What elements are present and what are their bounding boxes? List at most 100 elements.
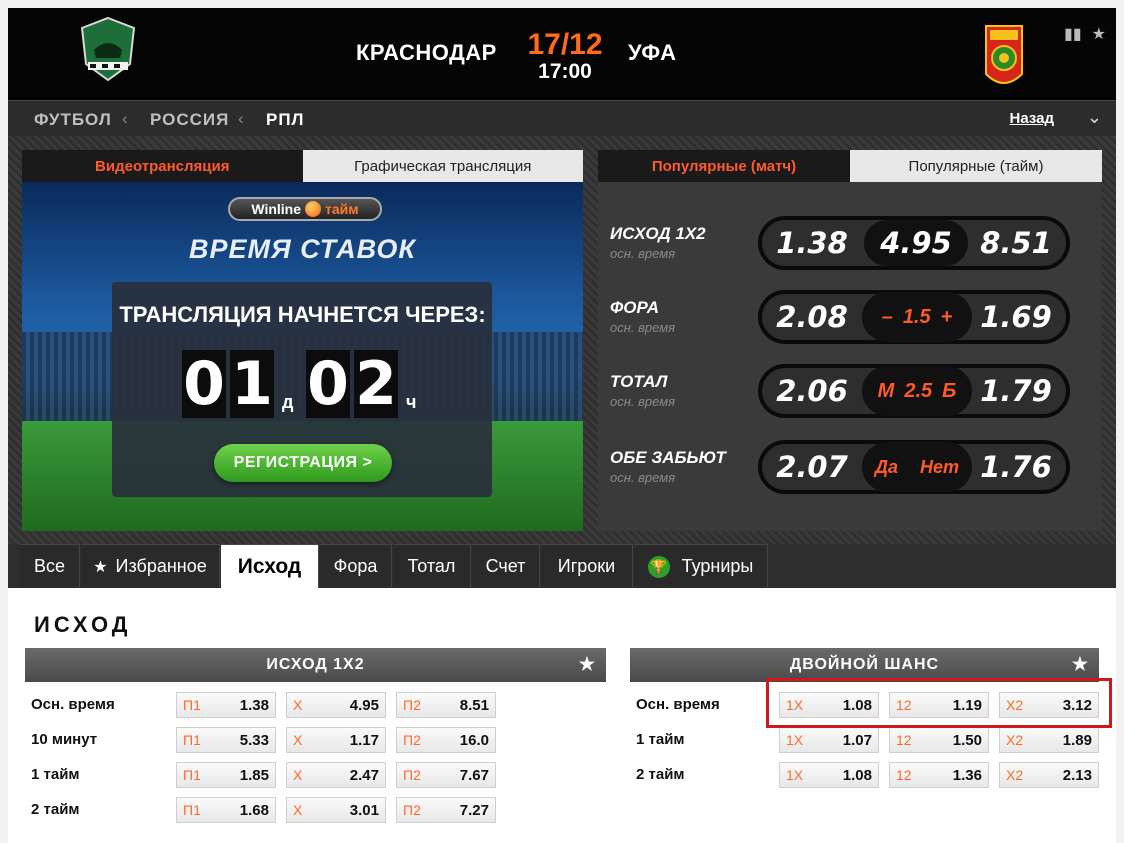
tab-outcome[interactable]: Исход (221, 544, 319, 588)
odds-value-away[interactable]: 8.51 (966, 220, 1066, 266)
row-label: Осн. время (636, 696, 720, 713)
register-button[interactable]: РЕГИСТРАЦИЯ > (214, 444, 392, 482)
favorite-star-icon[interactable]: ★ (1092, 24, 1106, 44)
odds-button-kx2[interactable]: Х2 2.13 (999, 762, 1099, 788)
countdown-digit: 0 (182, 349, 226, 419)
tab-tournaments[interactable]: 🏆 Турниры (634, 544, 768, 588)
star-icon: ★ (93, 558, 108, 576)
tab-players[interactable]: Игроки (541, 544, 633, 588)
odds-value-left[interactable]: 2.06 (762, 368, 862, 414)
odds-value-left[interactable]: 2.08 (762, 294, 862, 340)
row-label: 2 тайм (636, 766, 685, 783)
odds-value: 1.08 (842, 767, 872, 784)
chevron-down-icon[interactable]: ⌄ (1087, 107, 1102, 128)
odds-button-k1x[interactable]: 1Х 1.08 (779, 762, 879, 788)
ball-icon (305, 201, 322, 217)
odds-key: 1Х (786, 732, 804, 748)
tab-favorites[interactable]: ★ Избранное (81, 544, 220, 588)
odds-value: 2.47 (349, 767, 379, 784)
odds-value: 3.01 (349, 802, 379, 819)
odds-button-p1[interactable]: П1 1.38 (176, 692, 276, 718)
stats-icon[interactable]: ▮▮ (1064, 24, 1082, 44)
tab-total[interactable]: Тотал (393, 544, 471, 588)
popular-market-sub: осн. время (610, 394, 676, 409)
tab-label: Счет (485, 556, 526, 576)
brand-badge: Winline тайм (228, 197, 382, 221)
brand-suffix: тайм (325, 201, 359, 217)
odds-button-x[interactable]: Х 1.17 (286, 727, 386, 753)
both-score-yes[interactable]: Да (875, 457, 898, 478)
total-selector[interactable]: М 2.5 Б (862, 366, 972, 416)
odds-key: Х (293, 732, 303, 748)
tab-score[interactable]: Счет (472, 544, 540, 588)
both-score-no[interactable]: Нет (920, 457, 959, 478)
odds-value-right[interactable]: 1.69 (966, 294, 1066, 340)
ufa-logo-icon (985, 25, 1023, 84)
star-icon[interactable]: ★ (579, 654, 596, 675)
back-link[interactable]: Назад (1010, 110, 1054, 127)
odds-button-p2[interactable]: П2 7.27 (396, 797, 496, 823)
tab-popular-half[interactable]: Популярные (тайм) (850, 150, 1102, 182)
popular-market-label: ИСХОД 1Х2 (610, 224, 706, 243)
odds-value: 1.85 (239, 767, 269, 784)
odds-button-p1[interactable]: П1 1.85 (176, 762, 276, 788)
odds-button-k1x[interactable]: 1Х 1.07 (779, 727, 879, 753)
market-title: ДВОЙНОЙ ШАНС (789, 656, 940, 673)
handicap-selector[interactable]: – 1.5 + (862, 292, 972, 342)
crumb-sport[interactable]: ФУТБОЛ (34, 110, 112, 130)
match-header: КРАСНОДАР 17/12 17:00 УФА ▮▮ ★ (8, 8, 1116, 100)
star-icon[interactable]: ★ (1072, 654, 1089, 675)
tab-all[interactable]: Все (20, 544, 80, 588)
odds-button-k12[interactable]: 12 1.36 (889, 762, 989, 788)
total-under[interactable]: М (878, 380, 895, 403)
tab-label: Тотал (407, 556, 456, 576)
popular-row: ИСХОД 1Х2 осн. время 1.38 4.95 8.51 (598, 216, 1102, 272)
odds-value-home[interactable]: 1.38 (762, 220, 862, 266)
crumb-league[interactable]: РПЛ (266, 110, 305, 130)
starts-in-label: ТРАНСЛЯЦИЯ НАЧНЕТСЯ ЧЕРЕЗ: (119, 302, 486, 327)
home-team-name: КРАСНОДАР (356, 40, 497, 65)
popular-markets-panel: ИСХОД 1Х2 осн. время 1.38 4.95 8.51 ФОРА… (598, 182, 1102, 531)
odds-value: 1.50 (952, 732, 982, 749)
market-title: ИСХОД 1Х2 (266, 656, 365, 673)
tab-video-stream[interactable]: Видеотрансляция (22, 150, 303, 182)
handicap-plus[interactable]: + (941, 306, 953, 329)
crumb-country[interactable]: РОССИЯ (150, 110, 229, 130)
tab-popular-match[interactable]: Популярные (матч) (598, 150, 850, 182)
tab-handicap[interactable]: Фора (320, 544, 392, 588)
odds-button-p1[interactable]: П1 1.68 (176, 797, 276, 823)
odds-button-p2[interactable]: П2 7.67 (396, 762, 496, 788)
odds-button-kx2[interactable]: Х2 1.89 (999, 727, 1099, 753)
crumb-separator-icon: ‹ (238, 109, 244, 128)
countdown-day-unit: д (282, 392, 294, 412)
video-player[interactable]: Winline тайм ВРЕМЯ СТАВОК ТРАНСЛЯЦИЯ НАЧ… (22, 182, 583, 531)
odds-button-p2[interactable]: П2 8.51 (396, 692, 496, 718)
market-header-double-chance[interactable]: ДВОЙНОЙ ШАНС ★ (630, 648, 1099, 682)
odds-value-right[interactable]: 1.76 (966, 444, 1066, 490)
stream-tabs: Видеотрансляция Графическая трансляция (22, 150, 583, 182)
odds-value-draw[interactable]: 4.95 (864, 220, 968, 266)
odds-button-x[interactable]: Х 4.95 (286, 692, 386, 718)
tab-label: Все (33, 556, 66, 576)
popular-market-sub: осн. время (610, 320, 676, 335)
odds-button-x[interactable]: Х 3.01 (286, 797, 386, 823)
match-date: 17/12 (527, 28, 603, 61)
odds-button-p2[interactable]: П2 16.0 (396, 727, 496, 753)
odds-button-k12[interactable]: 12 1.50 (889, 727, 989, 753)
krasnodar-logo-icon (80, 16, 136, 82)
odds-value-right[interactable]: 1.79 (966, 368, 1066, 414)
odds-value-left[interactable]: 2.07 (762, 444, 862, 490)
market-header-outcome[interactable]: ИСХОД 1Х2 ★ (25, 648, 606, 682)
odds-button-x[interactable]: Х 2.47 (286, 762, 386, 788)
handicap-minus[interactable]: – (882, 306, 893, 329)
popular-row: ОБЕ ЗАБЬЮТ осн. время 2.07 Да Нет 1.76 (598, 440, 1102, 496)
row-label: 10 минут (31, 731, 98, 748)
odds-value: 1.68 (239, 802, 269, 819)
total-over[interactable]: Б (942, 380, 956, 403)
tab-label: Игроки (557, 556, 616, 576)
tab-graphic-stream[interactable]: Графическая трансляция (302, 150, 583, 182)
popular-market-label: ФОРА (610, 298, 660, 317)
both-score-selector[interactable]: Да Нет (862, 442, 972, 492)
odds-pill: 1.38 4.95 8.51 (758, 216, 1070, 270)
odds-button-p1[interactable]: П1 5.33 (176, 727, 276, 753)
